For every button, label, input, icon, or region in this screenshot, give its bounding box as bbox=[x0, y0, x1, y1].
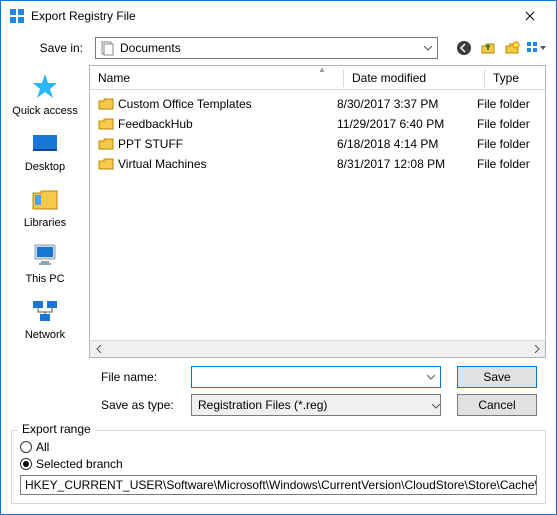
place-libraries[interactable]: Libraries bbox=[6, 183, 84, 229]
radio-selected-branch[interactable]: Selected branch bbox=[20, 457, 537, 471]
list-item[interactable]: Virtual Machines 8/31/2017 12:08 PM File… bbox=[90, 154, 545, 174]
documents-icon bbox=[100, 40, 116, 56]
file-name: Virtual Machines bbox=[118, 157, 337, 171]
app-icon bbox=[9, 8, 25, 24]
sort-indicator-icon: ▲ bbox=[318, 65, 326, 74]
chevron-down-icon bbox=[419, 38, 437, 58]
close-button[interactable] bbox=[510, 2, 550, 30]
file-date: 6/18/2018 4:14 PM bbox=[337, 137, 477, 151]
scroll-track[interactable] bbox=[107, 341, 528, 357]
file-name: FeedbackHub bbox=[118, 117, 337, 131]
file-date: 8/31/2017 12:08 PM bbox=[337, 157, 477, 171]
list-item[interactable]: Custom Office Templates 8/30/2017 3:37 P… bbox=[90, 94, 545, 114]
desktop-icon bbox=[29, 127, 61, 159]
column-name-label: Name bbox=[98, 71, 130, 85]
radio-dot-icon bbox=[23, 461, 29, 467]
scroll-right-icon[interactable] bbox=[528, 341, 545, 358]
place-label: Network bbox=[25, 329, 65, 341]
this-pc-icon bbox=[29, 239, 61, 271]
radio-all[interactable]: All bbox=[20, 440, 537, 454]
view-menu-button[interactable] bbox=[526, 38, 546, 58]
save-in-value: Documents bbox=[120, 41, 419, 55]
folder-icon bbox=[98, 156, 114, 172]
file-date: 8/30/2017 3:37 PM bbox=[337, 97, 477, 111]
file-name-combo[interactable] bbox=[191, 366, 441, 388]
file-type: File folder bbox=[477, 157, 537, 171]
cancel-button[interactable]: Cancel bbox=[457, 394, 537, 416]
back-button[interactable] bbox=[454, 38, 474, 58]
file-name: PPT STUFF bbox=[118, 137, 337, 151]
radio-selected-label: Selected branch bbox=[36, 457, 123, 471]
place-label: This PC bbox=[25, 273, 64, 285]
chevron-down-icon[interactable] bbox=[422, 367, 440, 387]
file-name-label: File name: bbox=[1, 370, 191, 384]
up-one-level-button[interactable] bbox=[478, 38, 498, 58]
quick-access-icon bbox=[29, 71, 61, 103]
places-bar: Quick access Desktop Libraries This PC N… bbox=[1, 65, 89, 364]
scroll-left-icon[interactable] bbox=[90, 341, 107, 358]
save-button-label: Save bbox=[483, 370, 510, 384]
save-button[interactable]: Save bbox=[457, 366, 537, 388]
libraries-icon bbox=[29, 183, 61, 215]
place-label: Quick access bbox=[12, 105, 77, 117]
middle-area: Quick access Desktop Libraries This PC N… bbox=[1, 65, 556, 364]
radio-all-label: All bbox=[36, 440, 49, 454]
file-type: File folder bbox=[477, 117, 537, 131]
save-as-type-combo[interactable]: Registration Files (*.reg) bbox=[191, 394, 441, 416]
place-quick-access[interactable]: Quick access bbox=[6, 71, 84, 117]
new-folder-button[interactable] bbox=[502, 38, 522, 58]
save-in-combo[interactable]: Documents bbox=[95, 37, 438, 59]
save-as-type-label: Save as type: bbox=[1, 398, 191, 412]
column-type[interactable]: Type bbox=[485, 66, 545, 89]
branch-path-input[interactable]: HKEY_CURRENT_USER\Software\Microsoft\Win… bbox=[20, 475, 537, 495]
column-type-label: Type bbox=[493, 71, 519, 85]
file-name-input[interactable] bbox=[192, 370, 422, 384]
save-in-row: Save in: Documents bbox=[1, 31, 556, 65]
file-name-row: File name: Save bbox=[1, 366, 546, 388]
file-list-pane: Name ▲ Date modified Type Custom Office … bbox=[89, 65, 546, 358]
list-item[interactable]: FeedbackHub 11/29/2017 6:40 PM File fold… bbox=[90, 114, 545, 134]
toolbar-icons bbox=[444, 38, 546, 58]
place-this-pc[interactable]: This PC bbox=[6, 239, 84, 285]
place-desktop[interactable]: Desktop bbox=[6, 127, 84, 173]
branch-path-value: HKEY_CURRENT_USER\Software\Microsoft\Win… bbox=[25, 478, 537, 492]
export-range-group: Export range All Selected branch HKEY_CU… bbox=[11, 430, 546, 504]
column-date-label: Date modified bbox=[352, 71, 426, 85]
file-rows: Custom Office Templates 8/30/2017 3:37 P… bbox=[90, 90, 545, 340]
save-as-type-value: Registration Files (*.reg) bbox=[192, 398, 432, 412]
window-title: Export Registry File bbox=[31, 9, 510, 23]
file-type: File folder bbox=[477, 137, 537, 151]
place-network[interactable]: Network bbox=[6, 295, 84, 341]
horizontal-scrollbar[interactable] bbox=[90, 340, 545, 357]
list-item[interactable]: PPT STUFF 6/18/2018 4:14 PM File folder bbox=[90, 134, 545, 154]
export-range-legend: Export range bbox=[18, 422, 95, 436]
file-date: 11/29/2017 6:40 PM bbox=[337, 117, 477, 131]
folder-icon bbox=[98, 96, 114, 112]
network-icon bbox=[29, 295, 61, 327]
column-date[interactable]: Date modified bbox=[344, 66, 484, 89]
form-rows: File name: Save Save as type: Registrati… bbox=[1, 364, 556, 430]
place-label: Libraries bbox=[24, 217, 66, 229]
title-bar: Export Registry File bbox=[1, 1, 556, 31]
folder-icon bbox=[98, 116, 114, 132]
radio-icon bbox=[20, 441, 32, 453]
chevron-down-icon[interactable] bbox=[432, 398, 440, 412]
save-in-label: Save in: bbox=[1, 41, 89, 55]
save-as-type-row: Save as type: Registration Files (*.reg)… bbox=[1, 394, 546, 416]
folder-icon bbox=[98, 136, 114, 152]
place-label: Desktop bbox=[25, 161, 65, 173]
file-list-header: Name ▲ Date modified Type bbox=[90, 66, 545, 90]
radio-icon bbox=[20, 458, 32, 470]
file-name: Custom Office Templates bbox=[118, 97, 337, 111]
file-type: File folder bbox=[477, 97, 537, 111]
cancel-button-label: Cancel bbox=[478, 398, 515, 412]
column-name[interactable]: Name bbox=[90, 66, 343, 89]
